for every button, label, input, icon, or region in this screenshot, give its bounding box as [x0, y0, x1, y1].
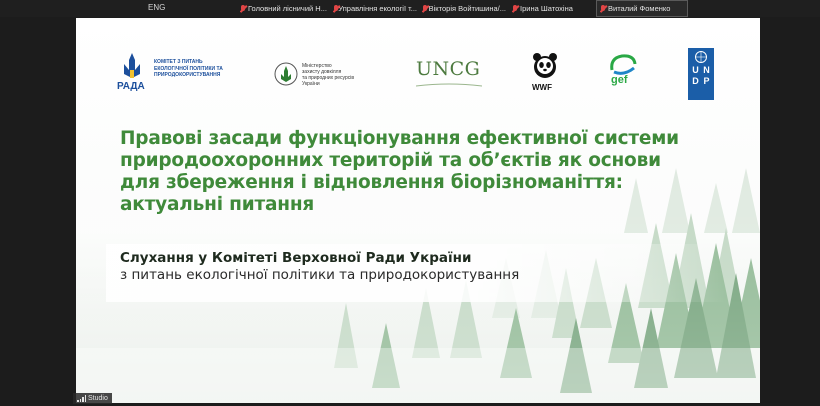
participant-tile[interactable]: Ірина Шатохіна: [512, 2, 592, 15]
uncg-underline-icon: [416, 83, 482, 87]
signal-bars-icon: [77, 395, 86, 402]
wwf-wordmark: WWF: [532, 83, 552, 92]
un-emblem-icon: [695, 51, 707, 63]
undp-letter: N: [703, 65, 710, 75]
verkhovna-rada-logo: РАДА КОМІТЕТ З ПИТАНЬ ЕКОЛОГІЧНОЇ ПОЛІТИ…: [116, 50, 236, 96]
hearing-title: Слухання у Комітеті Верховної Ради Украї…: [120, 250, 472, 266]
undp-logo: U N D P: [688, 48, 714, 100]
wwf-logo: WWF: [528, 50, 562, 96]
slide-title-line: актуальні питання: [120, 194, 315, 215]
undp-letter: D: [692, 76, 699, 86]
mic-muted-icon: [422, 4, 427, 13]
partner-logos: РАДА КОМІТЕТ З ПИТАНЬ ЕКОЛОГІЧНОЇ ПОЛІТИ…: [76, 46, 760, 106]
participant-name: Управління екології т...: [338, 4, 417, 13]
participant-name: Виталий Фоменко: [608, 4, 671, 13]
participant-name: Головний лісничий Н...: [248, 4, 327, 13]
slide-title-line: природоохоронних територій та об’єктів я…: [120, 150, 661, 171]
slide-title-line: для збереження і відновлення біорізноман…: [120, 172, 623, 193]
rada-committee-line: ПРИРОДОКОРИСТУВАННЯ: [154, 72, 221, 78]
ministry-logo: Міністерство захисту довкілля та природн…: [274, 60, 384, 90]
mic-muted-icon: [600, 4, 606, 13]
video-conference-window: ENG Головний лісничий Н... Управління ек…: [0, 0, 820, 406]
participant-tile[interactable]: Головний лісничий Н...: [240, 2, 332, 15]
participant-name: Вікторія Войтишина/...: [428, 4, 506, 13]
studio-audio-indicator[interactable]: Studio: [73, 393, 112, 404]
participant-tile[interactable]: Вікторія Войтишина/...: [422, 2, 506, 15]
undp-letter: P: [703, 76, 710, 86]
participant-tile[interactable]: Управління екології т...: [333, 2, 417, 15]
uncg-wordmark: UNCG: [416, 58, 481, 80]
gef-logo: gef: [608, 52, 642, 92]
mic-muted-icon: [333, 4, 339, 13]
participant-tile[interactable]: Виталий Фоменко: [600, 2, 686, 15]
uncg-logo: UNCG: [416, 58, 496, 88]
mic-muted-icon: [512, 4, 518, 13]
undp-letter: U: [692, 65, 699, 75]
hearing-subtitle: з питань екологічної політики та природо…: [120, 267, 520, 283]
mic-muted-icon: [240, 4, 246, 13]
slide-title: Правові засади функціонування ефективної…: [120, 128, 740, 216]
gef-wordmark: gef: [611, 74, 628, 86]
participant-name: Ірина Шатохіна: [520, 4, 573, 13]
language-indicator[interactable]: ENG: [148, 3, 165, 12]
studio-label: Studio: [88, 395, 108, 402]
rada-name: РАДА: [117, 81, 145, 92]
slide-title-line: Правові засади функціонування ефективної…: [120, 128, 679, 149]
panda-icon: [533, 53, 557, 78]
ministry-line: України: [302, 81, 320, 87]
shared-presentation-slide: РАДА КОМІТЕТ З ПИТАНЬ ЕКОЛОГІЧНОЇ ПОЛІТИ…: [76, 18, 760, 403]
participant-strip: ENG Головний лісничий Н... Управління ек…: [0, 0, 820, 17]
ministry-emblem-icon: [274, 62, 298, 86]
